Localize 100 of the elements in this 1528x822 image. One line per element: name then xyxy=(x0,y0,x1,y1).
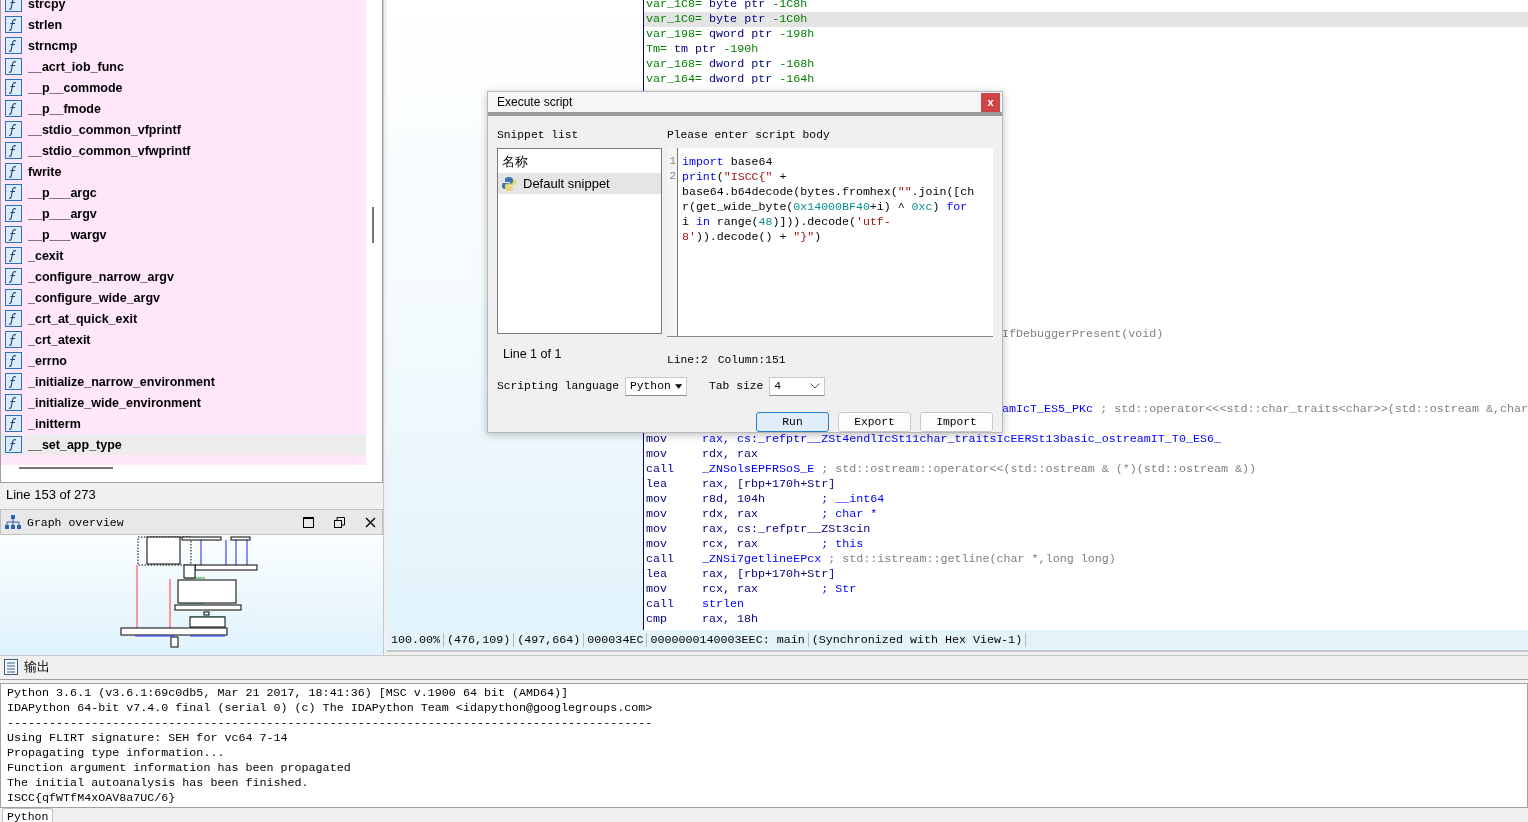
panel-title: 输出 xyxy=(24,658,50,677)
variable-name: var_1C8= xyxy=(645,0,703,12)
code-line[interactable]: mov r8d, 104h ; __int64 xyxy=(643,492,1528,507)
script-editor[interactable]: 1 2 import base64 print("ISCC{" + base64.b64decode(bytes.fromhex("".join([chr(get_wide_byte(0x14000BF40+i) ^ 0xc) for i in range(48)])).decode('utf-8')).decode() + "}") xyxy=(667,148,993,337)
function-item[interactable]: __p___wargv xyxy=(1,224,366,245)
code-line[interactable]: call _ZNSi7getlineEPcx ; std::istream::getline(char *,long long) xyxy=(643,552,1528,567)
close-icon[interactable] xyxy=(365,516,376,528)
dialog-button[interactable]: Export xyxy=(838,412,911,432)
tab-size-dropdown[interactable]: 4 xyxy=(769,376,826,396)
mnemonic: mov xyxy=(645,537,668,552)
function-item[interactable]: _crt_atexit xyxy=(1,329,366,350)
close-button[interactable]: x xyxy=(981,92,1000,112)
function-item[interactable]: __acrt_iob_func xyxy=(1,56,366,77)
dropdown-value: Python xyxy=(630,380,671,392)
code-line[interactable]: lea rax, [rbp+170h+Str] xyxy=(643,477,1528,492)
function-icon xyxy=(5,142,22,159)
function-name: __stdio_common_vfwprintf xyxy=(28,143,191,158)
function-item[interactable]: __stdio_common_vfprintf xyxy=(1,119,366,140)
type-name: byte ptr xyxy=(709,12,766,27)
function-item[interactable]: _initialize_narrow_environment xyxy=(1,371,366,392)
code-line[interactable]: lea rax, [rbp+170h+Str] xyxy=(643,567,1528,582)
function-item[interactable]: strcpy xyxy=(1,0,366,14)
variable-name: var_1C0= xyxy=(645,12,703,27)
code-line[interactable]: mov rdx, rax ; char * xyxy=(643,507,1528,522)
type-name: qword ptr xyxy=(709,27,773,42)
mnemonic: mov xyxy=(645,447,668,462)
function-icon xyxy=(5,16,22,33)
mnemonic: mov xyxy=(645,492,668,507)
column-header: 名称 xyxy=(501,153,529,171)
output-line: Function argument information has been propagated xyxy=(7,760,352,776)
function-name: __p___argc xyxy=(28,185,97,200)
output-line: Propagating type information... xyxy=(7,745,226,761)
status-cell: 0000000140003EEC: main xyxy=(647,633,809,647)
variable-name: var_168= xyxy=(645,57,703,72)
code-line[interactable]: var_168= dword ptr -168h xyxy=(643,57,1528,72)
function-item[interactable]: _errno xyxy=(1,350,366,371)
code-line[interactable]: call _ZNSolsEPFRSoS_E ; std::ostream::operator<<(std::ostream & (*)(std::ostream &)) xyxy=(643,462,1528,477)
maximize-icon[interactable] xyxy=(303,516,314,528)
function-item[interactable]: strncmp xyxy=(1,35,366,56)
code-line[interactable]: cmp rax, 18h xyxy=(643,612,1528,627)
function-item[interactable]: _initialize_wide_environment xyxy=(1,392,366,413)
function-item[interactable]: __p___argv xyxy=(1,203,366,224)
operands: amIcT_ES5_PKc xyxy=(1001,402,1094,417)
offset-value: -164h xyxy=(779,72,815,87)
function-item[interactable]: strlen xyxy=(1,14,366,35)
function-icon xyxy=(5,352,22,369)
function-icon xyxy=(5,79,22,96)
code-line[interactable]: mov rcx, rax ; this xyxy=(643,537,1528,552)
mnemonic: mov xyxy=(645,432,668,447)
code-line[interactable]: mov rdx, rax xyxy=(643,447,1528,462)
status-cell: 100.00% xyxy=(387,633,445,647)
function-item[interactable]: __p__commode xyxy=(1,77,366,98)
function-item[interactable]: _configure_wide_argv xyxy=(1,287,366,308)
scrollbar-thumb[interactable] xyxy=(19,467,113,469)
hierarchy-icon xyxy=(5,515,21,529)
function-item[interactable]: __set_app_type xyxy=(1,434,366,455)
comment: ; std::istream::getline(char *,long long) xyxy=(828,552,1116,567)
offset-value: -198h xyxy=(779,27,815,42)
dialog-button[interactable]: Import xyxy=(920,412,993,432)
restore-icon[interactable] xyxy=(334,516,345,528)
status-cell: (Synchronized with Hex View-1) xyxy=(808,633,1027,647)
panel-title: Graph overview xyxy=(27,515,124,529)
type-name: tm ptr xyxy=(674,42,717,57)
dialog-button[interactable]: Run xyxy=(756,412,829,432)
code-line[interactable]: call strlen xyxy=(643,597,1528,612)
code-line[interactable]: Tm= tm ptr -190h xyxy=(643,42,1528,57)
status-cell: (476,109) xyxy=(444,633,515,647)
python-icon xyxy=(501,175,517,192)
variable-name: var_164= xyxy=(645,72,703,87)
code-line[interactable]: mov rax, cs:_refptr__ZSt3cin xyxy=(643,522,1528,537)
mnemonic: call xyxy=(645,597,675,612)
function-item[interactable]: _crt_at_quick_exit xyxy=(1,308,366,329)
function-item[interactable]: __p___argc xyxy=(1,182,366,203)
function-item[interactable]: _initterm xyxy=(1,413,366,434)
code-line[interactable]: var_198= qword ptr -198h xyxy=(643,27,1528,42)
function-item[interactable]: fwrite xyxy=(1,161,366,182)
operands: rax, 18h xyxy=(701,612,759,627)
code-line[interactable]: mov rcx, rax ; Str xyxy=(643,582,1528,597)
function-icon xyxy=(5,373,22,390)
code-line[interactable]: var_164= dword ptr -164h xyxy=(643,72,1528,87)
status-cell: 000034EC xyxy=(584,633,648,647)
function-name: __set_app_type xyxy=(28,437,122,452)
function-name: _cexit xyxy=(28,248,64,263)
function-item[interactable]: _configure_narrow_argv xyxy=(1,266,366,287)
function-item[interactable]: __p__fmode xyxy=(1,98,366,119)
line-number: 1 xyxy=(668,154,677,169)
function-icon xyxy=(5,163,22,180)
language-dropdown[interactable]: Python xyxy=(625,376,688,396)
operands: rdx, rax xyxy=(701,447,759,462)
code-line[interactable]: mov rax, cs:_refptr__ZSt4endlIcSt11char_traitsIcEERSt13basic_ostreamIT_T0_ES6_ xyxy=(643,432,1528,447)
output-line: Python 3.6.1 (v3.6.1:69c0db5, Mar 21 2017, 18:41:36) [MSC v.1900 64 bit (AMD64)] xyxy=(7,685,570,701)
function-item[interactable]: _cexit xyxy=(1,245,366,266)
function-name: _crt_at_quick_exit xyxy=(28,311,138,326)
snippet-item[interactable]: Default snippet xyxy=(498,173,661,194)
field-label: Scripting language xyxy=(497,379,620,394)
function-item[interactable]: __stdio_common_vfwprintf xyxy=(1,140,366,161)
cursor-column: Column:151 xyxy=(717,354,786,366)
python-tab[interactable]: Python xyxy=(2,808,54,822)
scrollbar-thumb[interactable] xyxy=(372,207,374,243)
comment: ; Str xyxy=(821,582,857,597)
